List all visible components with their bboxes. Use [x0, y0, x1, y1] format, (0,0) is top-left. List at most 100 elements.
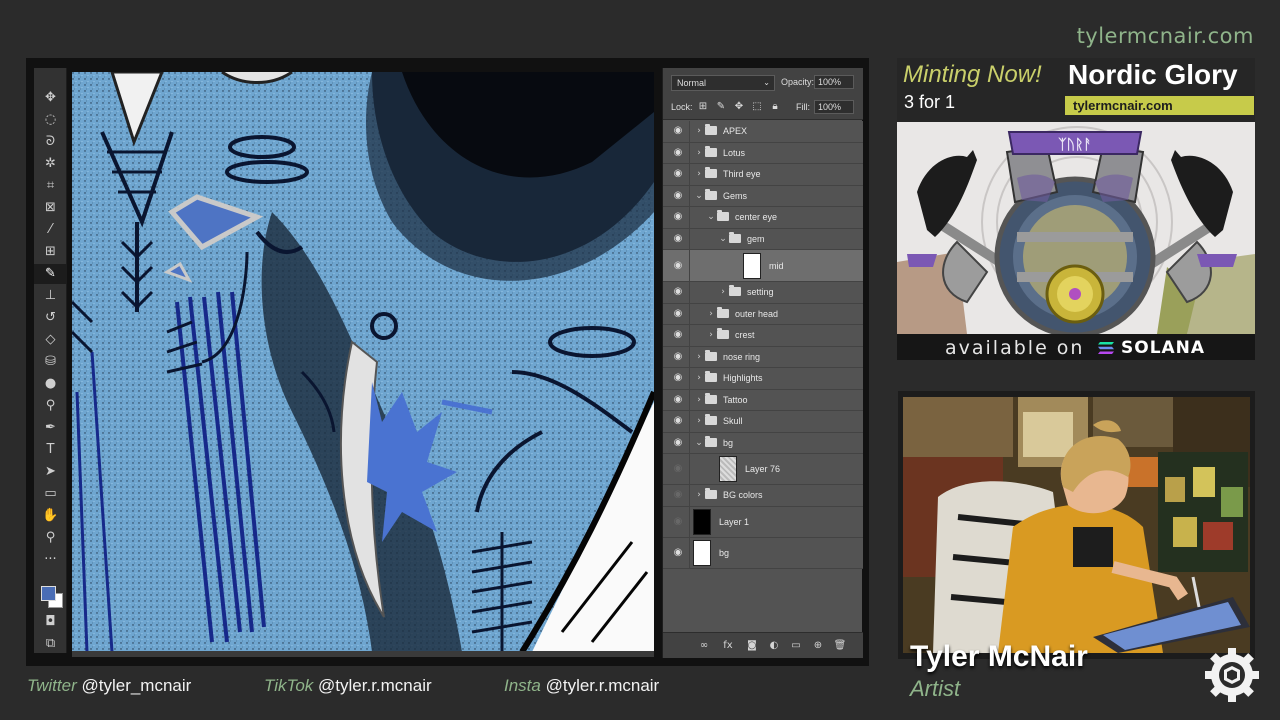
chevron-right-icon[interactable]: › [695, 125, 703, 137]
eraser-tool-icon[interactable]: ◇ [34, 330, 67, 350]
chevron-right-icon[interactable]: › [695, 351, 703, 363]
layer-row[interactable]: ◉ ⌄ Gems [663, 185, 863, 207]
layer-row[interactable]: ◉ › nose ring [663, 346, 863, 368]
chevron-down-icon[interactable]: ⌄ [695, 437, 703, 449]
visibility-eye-icon[interactable]: ◉ [672, 190, 684, 202]
adjustment-layer-icon[interactable]: ◐ [767, 639, 781, 653]
link-layers-icon[interactable]: ∞ [697, 639, 711, 653]
layer-row[interactable]: ◉ ⌄ bg [663, 432, 863, 454]
visibility-eye-icon[interactable]: ◉ [672, 394, 684, 406]
layer-row[interactable]: ◉ ⌄ center eye [663, 207, 863, 229]
visibility-eye-icon[interactable]: ◉ [672, 351, 684, 363]
new-group-icon[interactable]: ▭ [789, 639, 803, 653]
paint-bucket-tool-icon[interactable]: ⛁ [34, 352, 67, 372]
visibility-eye-icon[interactable]: ◉ [672, 489, 684, 501]
screen-mode-icon[interactable]: ⧉ [34, 634, 67, 654]
visibility-eye-icon[interactable]: ◉ [672, 437, 684, 449]
layer-row[interactable]: ◉ › APEX [663, 121, 863, 143]
visibility-eye-icon[interactable]: ◉ [672, 547, 684, 559]
chevron-down-icon[interactable]: ⌄ [719, 233, 727, 245]
lock-pixels-icon[interactable]: ✎ [715, 101, 727, 113]
marquee-tool-icon[interactable]: ◌ [34, 110, 67, 130]
lock-position-icon[interactable]: ✥ [733, 101, 745, 113]
stamp-tool-icon[interactable]: ⊥ [34, 286, 67, 306]
chevron-right-icon[interactable]: › [695, 147, 703, 159]
chevron-right-icon[interactable]: › [707, 308, 715, 320]
visibility-eye-icon[interactable]: ◉ [672, 125, 684, 137]
visibility-eye-icon[interactable]: ◉ [672, 286, 684, 298]
lasso-tool-icon[interactable]: ᘐ [34, 132, 67, 152]
chevron-right-icon[interactable]: › [695, 489, 703, 501]
chevron-right-icon[interactable]: › [707, 329, 715, 341]
hand-tool-icon[interactable]: ✋ [34, 506, 67, 526]
crop-tool-icon[interactable]: ⌗ [34, 176, 67, 196]
layer-row[interactable]: ◉ › Third eye [663, 164, 863, 186]
visibility-eye-icon[interactable]: ◉ [672, 211, 684, 223]
chevron-right-icon[interactable]: › [695, 168, 703, 180]
visibility-eye-icon[interactable]: ◉ [672, 372, 684, 384]
history-brush-tool-icon[interactable]: ↺ [34, 308, 67, 328]
dodge-tool-icon[interactable]: ⚲ [34, 396, 67, 416]
add-mask-icon[interactable]: ◙ [745, 639, 759, 653]
eyedropper-tool-icon[interactable]: ⁄ [34, 220, 67, 240]
quick-mask-icon[interactable]: ◘ [34, 612, 67, 632]
lock-transparent-icon[interactable]: ⊞ [697, 101, 709, 113]
layer-row[interactable]: ◉ › Skull [663, 411, 863, 433]
blend-mode-select[interactable]: Normal ⌄ [671, 75, 775, 91]
layer-row[interactable]: ◉ Layer 76 [663, 454, 863, 485]
layer-row[interactable]: ◉ › crest [663, 325, 863, 347]
chevron-right-icon[interactable]: › [695, 372, 703, 384]
magic-wand-tool-icon[interactable]: ✲ [34, 154, 67, 174]
layer-row[interactable]: ◉ Layer 1 [663, 506, 863, 538]
chevron-down-icon[interactable]: ⌄ [707, 211, 715, 223]
visibility-eye-icon[interactable]: ◉ [672, 516, 684, 528]
site-url[interactable]: tylermcnair.com [1077, 24, 1254, 48]
layer-row[interactable]: ◉ › BG colors [663, 485, 863, 507]
zoom-tool-icon[interactable]: ⚲ [34, 528, 67, 548]
new-layer-icon[interactable]: ⊕ [811, 639, 825, 653]
layer-row[interactable]: ◉ › setting [663, 282, 863, 304]
social-tiktok[interactable]: TikTok @tyler.r.mcnair [264, 676, 432, 696]
lock-artboard-icon[interactable]: ⬚ [751, 101, 763, 113]
layer-style-icon[interactable]: fx [721, 639, 735, 653]
visibility-eye-icon[interactable]: ◉ [672, 308, 684, 320]
layer-row[interactable]: ◉ › Lotus [663, 142, 863, 164]
foreground-color-swatch[interactable] [41, 586, 56, 601]
visibility-eye-icon[interactable]: ◉ [672, 260, 684, 272]
layer-row[interactable]: ◉ › Highlights [663, 368, 863, 390]
type-tool-icon[interactable]: T [34, 440, 67, 460]
move-tool-icon[interactable]: ✥ [34, 88, 67, 108]
chevron-down-icon[interactable]: ⌄ [695, 190, 703, 202]
visibility-eye-icon[interactable]: ◉ [672, 168, 684, 180]
social-handle: @tyler.r.mcnair [318, 676, 432, 695]
chevron-right-icon[interactable]: › [719, 286, 727, 298]
visibility-eye-icon[interactable]: ◉ [672, 233, 684, 245]
layer-row[interactable]: ◉ mid [663, 250, 863, 282]
delete-layer-icon[interactable]: 🗑︎ [833, 639, 847, 653]
lock-all-icon[interactable]: 🔒︎ [769, 101, 781, 113]
visibility-eye-icon[interactable]: ◉ [672, 329, 684, 341]
visibility-eye-icon[interactable]: ◉ [672, 463, 684, 475]
social-instagram[interactable]: Insta @tyler.r.mcnair [504, 676, 659, 696]
layer-row[interactable]: ◉ ⌄ gem [663, 228, 863, 250]
more-tools-icon[interactable]: ··· [34, 550, 67, 570]
opacity-field[interactable]: 100% [814, 75, 854, 89]
healing-tool-icon[interactable]: ⊞ [34, 242, 67, 262]
pen-tool-icon[interactable]: ✒ [34, 418, 67, 438]
chevron-right-icon[interactable]: › [695, 415, 703, 427]
social-twitter[interactable]: Twitter @tyler_mcnair [27, 676, 191, 696]
document-canvas[interactable] [72, 72, 654, 652]
fill-field[interactable]: 100% [814, 100, 854, 114]
visibility-eye-icon[interactable]: ◉ [672, 415, 684, 427]
promo-url[interactable]: tylermcnair.com [1065, 96, 1254, 115]
chevron-right-icon[interactable]: › [695, 394, 703, 406]
rectangle-tool-icon[interactable]: ▭ [34, 484, 67, 504]
layer-row[interactable]: ◉ › Tattoo [663, 389, 863, 411]
path-select-tool-icon[interactable]: ➤ [34, 462, 67, 482]
visibility-eye-icon[interactable]: ◉ [672, 147, 684, 159]
layer-row[interactable]: ◉ bg [663, 537, 863, 569]
brush-tool-icon[interactable]: ✎ [34, 264, 67, 284]
layer-row[interactable]: ◉ › outer head [663, 303, 863, 325]
frame-tool-icon[interactable]: ⊠ [34, 198, 67, 218]
blur-tool-icon[interactable]: ● [34, 374, 67, 394]
